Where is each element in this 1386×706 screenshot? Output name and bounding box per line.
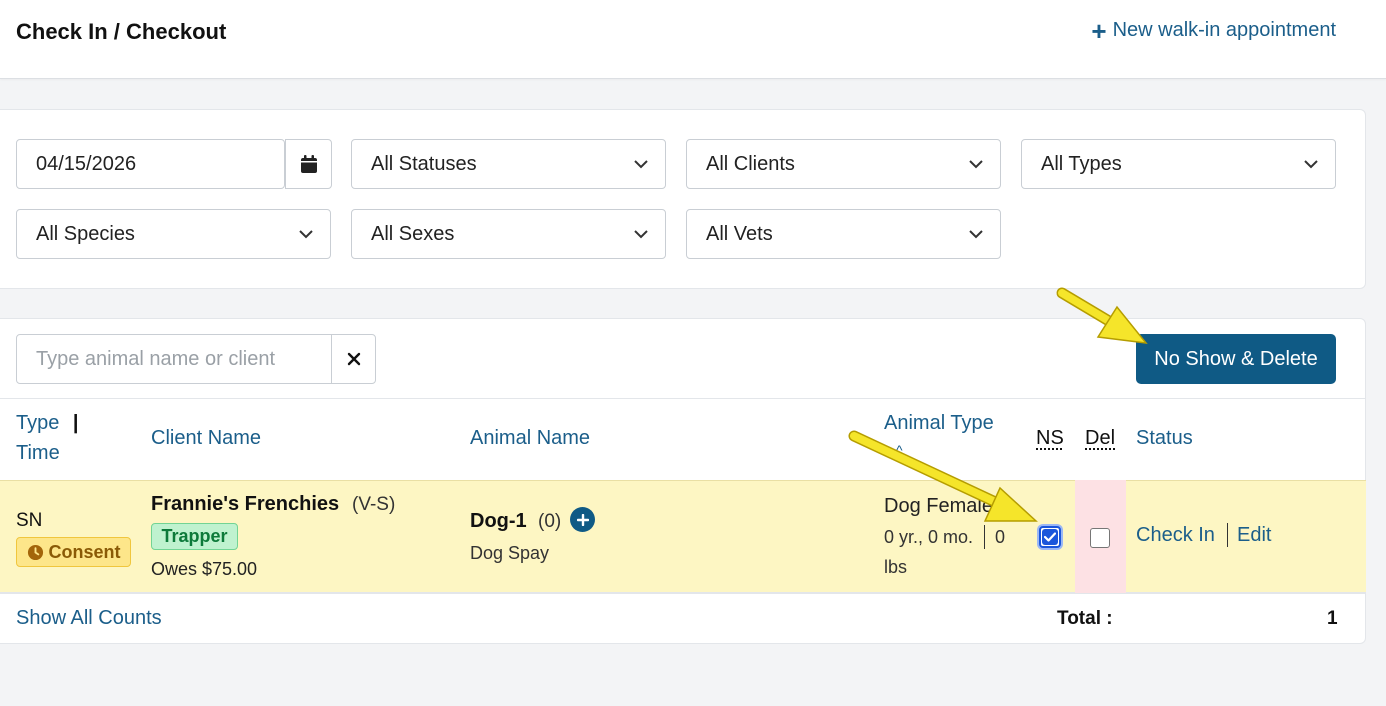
checkbox-fill xyxy=(1042,529,1058,545)
header-divider xyxy=(0,398,1366,399)
animal-weight-unit: lbs xyxy=(884,557,908,577)
plus-icon: + xyxy=(1091,15,1107,46)
page-title: Check In / Checkout xyxy=(16,19,227,44)
client-code: (V-S) xyxy=(352,494,396,515)
types-filter-select[interactable]: All Types xyxy=(1021,139,1336,189)
status-filter-value: All Statuses xyxy=(371,152,477,175)
animal-weight-value: 0 xyxy=(995,527,1006,547)
owes-amount: Owes $75.00 xyxy=(151,559,258,579)
chevron-down-icon xyxy=(634,230,648,239)
checkmark-icon xyxy=(1044,532,1056,542)
add-animal-button[interactable] xyxy=(570,507,595,532)
top-bar: Check In / Checkout + New walk-in appoin… xyxy=(0,0,1386,79)
consent-badge-label: Consent xyxy=(48,541,121,562)
animal-type: Dog Female xyxy=(884,495,992,517)
header-ns: NS xyxy=(1036,427,1064,449)
clients-filter-select[interactable]: All Clients xyxy=(686,139,1001,189)
chevron-down-icon xyxy=(1304,160,1318,169)
calendar-icon xyxy=(300,155,317,173)
chevron-down-icon xyxy=(634,160,648,169)
chevron-down-icon xyxy=(969,160,983,169)
no-show-checkbox[interactable] xyxy=(1039,526,1061,548)
sort-indicator-icon: ^ xyxy=(896,442,903,458)
header-animal-type[interactable]: Animal Type xyxy=(884,412,994,435)
client-name[interactable]: Frannie's Frenchies xyxy=(151,493,339,516)
trapper-badge: Trapper xyxy=(151,523,238,550)
animal-age: 0 yr., 0 mo. xyxy=(884,527,974,547)
header-animal-name[interactable]: Animal Name xyxy=(470,427,590,450)
search-input[interactable] xyxy=(36,347,331,371)
header-type-label: Type xyxy=(16,412,60,434)
status-filter-select[interactable]: All Statuses xyxy=(351,139,666,189)
header-status[interactable]: Status xyxy=(1136,427,1193,450)
date-value: 04/15/2026 xyxy=(36,152,137,175)
edit-link[interactable]: Edit xyxy=(1237,524,1271,547)
clock-icon xyxy=(27,544,43,560)
types-filter-value: All Types xyxy=(1041,152,1122,175)
delete-checkbox[interactable] xyxy=(1090,528,1110,548)
sexes-filter-value: All Sexes xyxy=(371,222,455,245)
animal-name[interactable]: Dog-1 xyxy=(470,510,527,533)
new-walkin-label: New walk-in appointment xyxy=(1112,19,1336,41)
clear-search-button[interactable] xyxy=(331,334,376,384)
age-weight-divider xyxy=(984,525,985,549)
appointment-type: SN xyxy=(16,510,43,531)
sexes-filter-select[interactable]: All Sexes xyxy=(351,209,666,259)
procedure: Dog Spay xyxy=(470,543,550,563)
close-icon xyxy=(347,352,360,366)
header-type[interactable]: Type | xyxy=(16,412,79,435)
header-client-name[interactable]: Client Name xyxy=(151,427,261,450)
total-label: Total : xyxy=(1057,608,1113,629)
new-walkin-appointment-link[interactable]: + New walk-in appointment xyxy=(1091,15,1336,46)
vets-filter-select[interactable]: All Vets xyxy=(686,209,1001,259)
consent-badge[interactable]: Consent xyxy=(16,537,131,567)
species-filter-select[interactable]: All Species xyxy=(16,209,331,259)
vets-filter-value: All Vets xyxy=(706,222,773,245)
total-value: 1 xyxy=(1327,608,1338,629)
chevron-down-icon xyxy=(969,230,983,239)
clients-filter-value: All Clients xyxy=(706,152,795,175)
filters-panel xyxy=(0,109,1366,289)
date-input[interactable]: 04/15/2026 xyxy=(16,139,332,189)
check-in-link[interactable]: Check In xyxy=(1136,524,1215,547)
no-show-delete-button[interactable]: No Show & Delete xyxy=(1136,334,1336,384)
footer-divider xyxy=(0,593,1366,594)
species-filter-value: All Species xyxy=(36,222,135,245)
show-all-counts-link[interactable]: Show All Counts xyxy=(16,607,162,630)
status-divider xyxy=(1227,523,1228,547)
animal-count: (0) xyxy=(538,511,562,532)
header-divider-glyph: | xyxy=(72,412,79,434)
header-time[interactable]: Time xyxy=(16,442,60,465)
search-input-wrapper xyxy=(16,334,332,384)
chevron-down-icon xyxy=(299,230,313,239)
calendar-button[interactable] xyxy=(285,139,332,189)
header-del: Del xyxy=(1085,427,1116,449)
plus-icon xyxy=(576,513,589,526)
